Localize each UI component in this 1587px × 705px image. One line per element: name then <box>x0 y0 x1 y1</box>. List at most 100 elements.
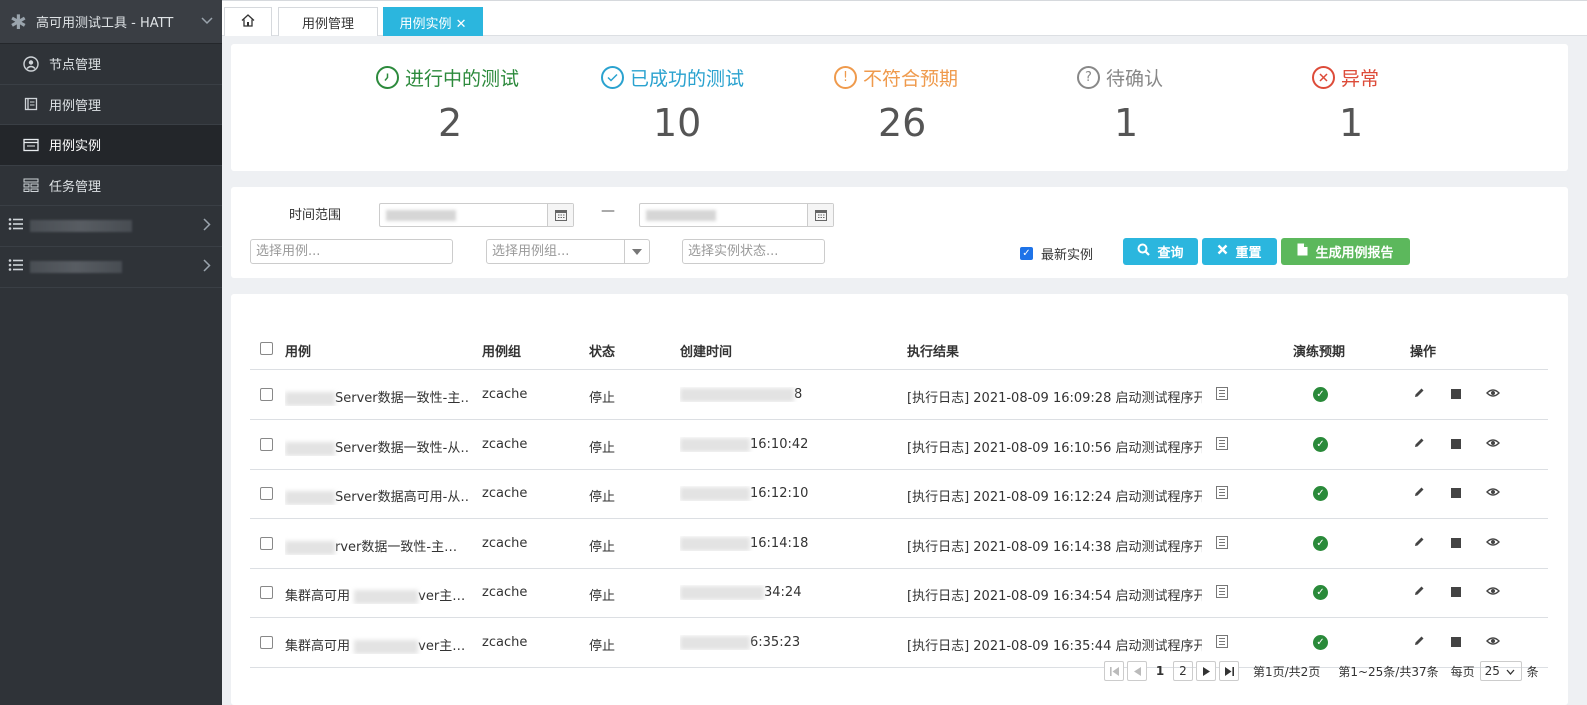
check-circle-icon: ✓ <box>1313 437 1328 452</box>
edit-icon[interactable] <box>1413 486 1425 502</box>
sidebar-group-1[interactable] <box>0 206 222 247</box>
row-checkbox[interactable] <box>260 636 273 649</box>
latest-instance-checkbox[interactable]: ✓ 最新实例 <box>1020 244 1093 263</box>
row-case-name[interactable]: 集群高可用 ver主… <box>285 635 470 654</box>
redacted-text <box>285 391 335 406</box>
time-suffix: 16:10:42 <box>750 437 809 452</box>
col-status[interactable]: 状态 <box>589 341 615 360</box>
row-case-name[interactable]: Server数据一致性-主… <box>285 387 470 406</box>
stop-icon[interactable] <box>1451 586 1461 601</box>
col-created[interactable]: 创建时间 <box>680 341 732 360</box>
calendar-icon[interactable] <box>807 204 833 226</box>
eye-icon[interactable] <box>1486 437 1500 452</box>
stop-icon[interactable] <box>1451 388 1461 403</box>
page-2[interactable]: 2 <box>1173 661 1193 681</box>
checkbox-checked-icon[interactable]: ✓ <box>1020 247 1033 260</box>
case-group-select[interactable]: 选择用例组... <box>486 239 650 264</box>
log-icon[interactable] <box>1216 585 1228 602</box>
stop-icon[interactable] <box>1451 537 1461 552</box>
stop-icon[interactable] <box>1451 438 1461 453</box>
table-row[interactable]: rver数据一致性-主… zcache 停止 16:14:18 [执行日志] 2… <box>250 519 1548 569</box>
stat-error: 异常 1 <box>1312 64 1532 145</box>
eye-icon[interactable] <box>1486 635 1500 650</box>
prev-page-icon[interactable] <box>1127 661 1147 681</box>
reset-button-label: 重置 <box>1235 246 1262 261</box>
table-row[interactable]: Server数据一致性-从… zcache 停止 16:10:42 [执行日志]… <box>250 420 1548 470</box>
row-checkbox[interactable] <box>260 388 273 401</box>
col-expected[interactable]: 演练预期 <box>1293 341 1345 360</box>
tab-case-management[interactable]: 用例管理 <box>278 7 378 36</box>
row-checkbox[interactable] <box>260 537 273 550</box>
row-case-name[interactable]: Server数据一致性-从… <box>285 437 470 456</box>
sidebar-item-instances[interactable]: 用例实例 <box>0 125 222 166</box>
log-icon[interactable] <box>1216 486 1228 503</box>
row-result: [执行日志] 2021-08-09 16:35:44 启动测试程序开… <box>907 639 1202 654</box>
eye-icon[interactable] <box>1486 486 1500 501</box>
exclamation-circle-icon: ! <box>834 66 857 89</box>
eye-icon[interactable] <box>1486 387 1500 402</box>
table-row[interactable]: 集群高可用 ver主… zcache 停止 34:24 [执行日志] 2021-… <box>250 568 1548 618</box>
chevron-down-icon <box>1506 664 1515 678</box>
edit-icon[interactable] <box>1413 585 1425 601</box>
generate-report-label: 生成用例报告 <box>1315 246 1394 261</box>
row-case-name[interactable]: rver数据一致性-主… <box>285 536 470 555</box>
sidebar-group-2[interactable] <box>0 247 222 288</box>
caret-down-icon[interactable] <box>624 240 649 263</box>
chevron-right-icon <box>192 217 222 235</box>
chevron-down-icon[interactable] <box>192 14 222 29</box>
reset-button[interactable]: 重置 <box>1202 238 1277 265</box>
next-page-icon[interactable] <box>1196 661 1216 681</box>
per-page-select[interactable]: 25 <box>1479 661 1522 681</box>
range-separator: — <box>601 203 615 219</box>
generate-report-button[interactable]: 生成用例报告 <box>1281 238 1410 265</box>
chevron-right-icon <box>192 258 222 276</box>
instance-status-select[interactable]: 选择实例状态... <box>682 239 825 264</box>
sidebar-item-label: 节点管理 <box>49 58 102 74</box>
eye-icon[interactable] <box>1486 585 1500 600</box>
row-result: [执行日志] 2021-08-09 16:09:28 启动测试程序开… <box>907 391 1202 406</box>
col-group[interactable]: 用例组 <box>482 341 521 360</box>
edit-icon[interactable] <box>1413 387 1425 403</box>
log-icon[interactable] <box>1216 536 1228 553</box>
row-checkbox[interactable] <box>260 438 273 451</box>
col-case[interactable]: 用例 <box>285 341 311 360</box>
col-result[interactable]: 执行结果 <box>907 341 959 360</box>
stop-icon[interactable] <box>1451 487 1461 502</box>
eye-icon[interactable] <box>1486 536 1500 551</box>
case-select[interactable]: 选择用例... <box>250 239 453 264</box>
log-icon[interactable] <box>1216 635 1228 652</box>
table-row[interactable]: Server数据高可用-从… zcache 停止 16:12:10 [执行日志]… <box>250 469 1548 519</box>
tab-bar: 用例管理 用例实例 ✕ <box>222 0 1587 36</box>
row-case-name[interactable]: Server数据高可用-从… <box>285 486 470 505</box>
sidebar-header[interactable]: ✱ 高可用测试工具 - HATT <box>0 0 222 44</box>
log-icon[interactable] <box>1216 387 1228 404</box>
sidebar-item-tasks[interactable]: 任务管理 <box>0 166 222 206</box>
row-checkbox[interactable] <box>260 487 273 500</box>
last-page-icon[interactable] <box>1219 661 1239 681</box>
case-prefix: 集群高可用 <box>285 589 351 604</box>
row-checkbox[interactable] <box>260 586 273 599</box>
end-date-input[interactable] <box>639 203 834 227</box>
table-row[interactable]: Server数据一致性-主… zcache 停止 8 [执行日志] 2021-0… <box>250 370 1548 420</box>
tab-home[interactable] <box>224 7 272 36</box>
edit-icon[interactable] <box>1413 635 1425 651</box>
page-1[interactable]: 1 <box>1150 661 1170 681</box>
sidebar-item-cases[interactable]: 用例管理 <box>0 85 222 125</box>
sidebar-item-nodes[interactable]: 节点管理 <box>0 44 222 85</box>
redacted-text <box>680 387 794 402</box>
case-suffix: ver主… <box>418 589 466 604</box>
stat-label: 待确认 <box>1106 68 1164 90</box>
query-button[interactable]: 查询 <box>1123 238 1198 265</box>
start-date-input[interactable] <box>379 203 574 227</box>
tab-case-instances[interactable]: 用例实例 ✕ <box>383 7 483 36</box>
range-info: 第1~25条/共37条 <box>1338 664 1439 679</box>
stop-icon[interactable] <box>1451 636 1461 651</box>
check-circle-icon: ✓ <box>1313 486 1328 501</box>
row-case-name[interactable]: 集群高可用 ver主… <box>285 585 470 604</box>
edit-icon[interactable] <box>1413 437 1425 453</box>
select-all-checkbox[interactable] <box>260 342 273 355</box>
log-icon[interactable] <box>1216 437 1228 454</box>
edit-icon[interactable] <box>1413 536 1425 552</box>
first-page-icon[interactable] <box>1104 661 1124 681</box>
calendar-icon[interactable] <box>547 204 573 226</box>
